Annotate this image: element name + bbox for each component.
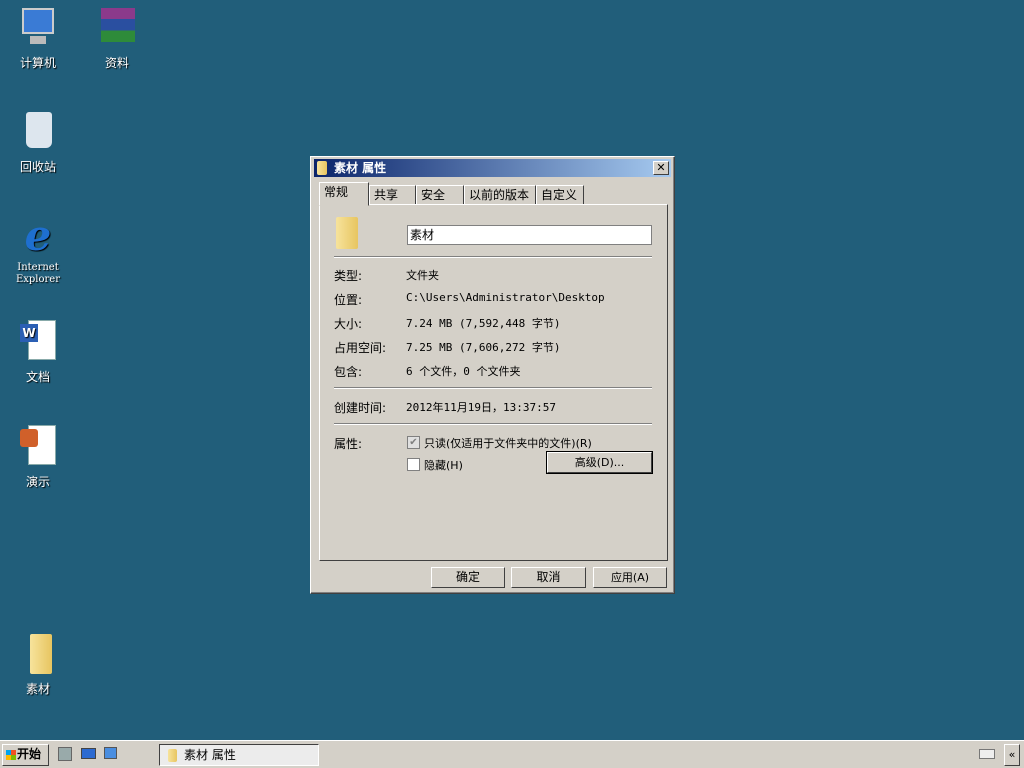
hidden-checkbox[interactable] <box>407 458 420 471</box>
powerpoint-icon <box>16 425 60 469</box>
folder-icon <box>16 632 60 676</box>
icon-label: Internet Explorer <box>15 262 61 285</box>
desktop-icon-archive[interactable]: 资料 <box>82 6 152 71</box>
location-label: 位置: <box>334 293 363 307</box>
tab-sharing[interactable]: 共享 <box>369 185 416 205</box>
properties-dialog: 素材 属性 ✕ 常规 共享 安全 以前的版本 自定义 素材 类型: 文件夹 位置… <box>310 156 675 594</box>
desktop-icon-document[interactable]: W 文档 <box>3 320 73 385</box>
tab-customize[interactable]: 自定义 <box>536 185 584 205</box>
winrar-icon <box>95 6 139 50</box>
desktop-icon-folder[interactable]: 素材 <box>3 632 73 697</box>
icon-label: 素材 <box>25 682 50 696</box>
name-input[interactable]: 素材 <box>407 225 652 245</box>
size-label: 大小: <box>334 317 363 331</box>
icon-label: 回收站 <box>19 160 56 174</box>
taskbar-task-properties[interactable]: 素材 属性 <box>159 744 319 766</box>
keyboard-icon[interactable] <box>979 749 995 759</box>
readonly-label: 只读(仅适用于文件夹中的文件)(R) <box>424 437 592 450</box>
general-panel: 素材 类型: 文件夹 位置: C:\Users\Administrator\De… <box>319 204 668 561</box>
computer-icon <box>16 6 60 50</box>
tab-security[interactable]: 安全 <box>416 185 464 205</box>
ok-button[interactable]: 确定 <box>431 567 505 588</box>
contains-value: 6 个文件，0 个文件夹 <box>406 365 521 378</box>
type-value: 文件夹 <box>406 269 439 282</box>
tab-general[interactable]: 常规 <box>319 182 369 206</box>
icon-label: 文档 <box>25 370 50 384</box>
folder-icon <box>317 161 327 175</box>
show-hidden-icons-button[interactable]: « <box>1004 744 1020 766</box>
tab-previous-versions[interactable]: 以前的版本 <box>464 185 536 205</box>
created-value: 2012年11月19日，13:37:57 <box>406 401 556 414</box>
desktop-icon-ie[interactable]: e Internet Explorer <box>3 214 73 286</box>
folder-icon <box>336 217 358 249</box>
start-button[interactable]: 开始 <box>2 744 49 766</box>
windows-logo-icon <box>6 750 16 760</box>
attributes-label: 属性: <box>334 437 363 451</box>
internet-explorer-icon: e <box>24 211 52 260</box>
taskbar: 开始 素材 属性 « <box>0 740 1024 768</box>
created-label: 创建时间: <box>334 401 387 415</box>
dialog-title: 素材 属性 <box>334 161 387 175</box>
hidden-label: 隐藏(H) <box>424 459 463 472</box>
desktop-icon-presentation[interactable]: 演示 <box>3 425 73 490</box>
desktop-icon-recycle-bin[interactable]: 回收站 <box>3 110 73 175</box>
size-on-disk-value: 7.25 MB (7,606,272 字节) <box>406 341 561 354</box>
close-button[interactable]: ✕ <box>653 161 669 175</box>
start-label: 开始 <box>17 747 42 761</box>
type-label: 类型: <box>334 269 363 283</box>
contains-label: 包含: <box>334 365 363 379</box>
recycle-bin-icon <box>16 110 60 154</box>
size-on-disk-label: 占用空间: <box>334 341 387 355</box>
server-manager-icon[interactable] <box>58 747 72 761</box>
icon-label: 计算机 <box>19 56 56 70</box>
folder-icon <box>168 749 177 762</box>
cancel-button[interactable]: 取消 <box>511 567 586 588</box>
desktop-icon-computer[interactable]: 计算机 <box>3 6 73 71</box>
location-value: C:\Users\Administrator\Desktop <box>406 291 605 304</box>
dialog-title-bar[interactable]: 素材 属性 ✕ <box>314 159 671 177</box>
readonly-checkbox[interactable]: ✔ <box>407 436 420 449</box>
network-icon[interactable] <box>104 747 117 759</box>
icon-label: 演示 <box>25 475 50 489</box>
advanced-button[interactable]: 高级(D)... <box>546 451 653 474</box>
size-value: 7.24 MB (7,592,448 字节) <box>406 317 561 330</box>
icon-label: 资料 <box>104 56 129 70</box>
apply-button[interactable]: 应用(A) <box>593 567 667 588</box>
task-label: 素材 属性 <box>184 748 236 762</box>
show-desktop-icon[interactable] <box>81 748 96 759</box>
word-document-icon: W <box>16 320 60 364</box>
